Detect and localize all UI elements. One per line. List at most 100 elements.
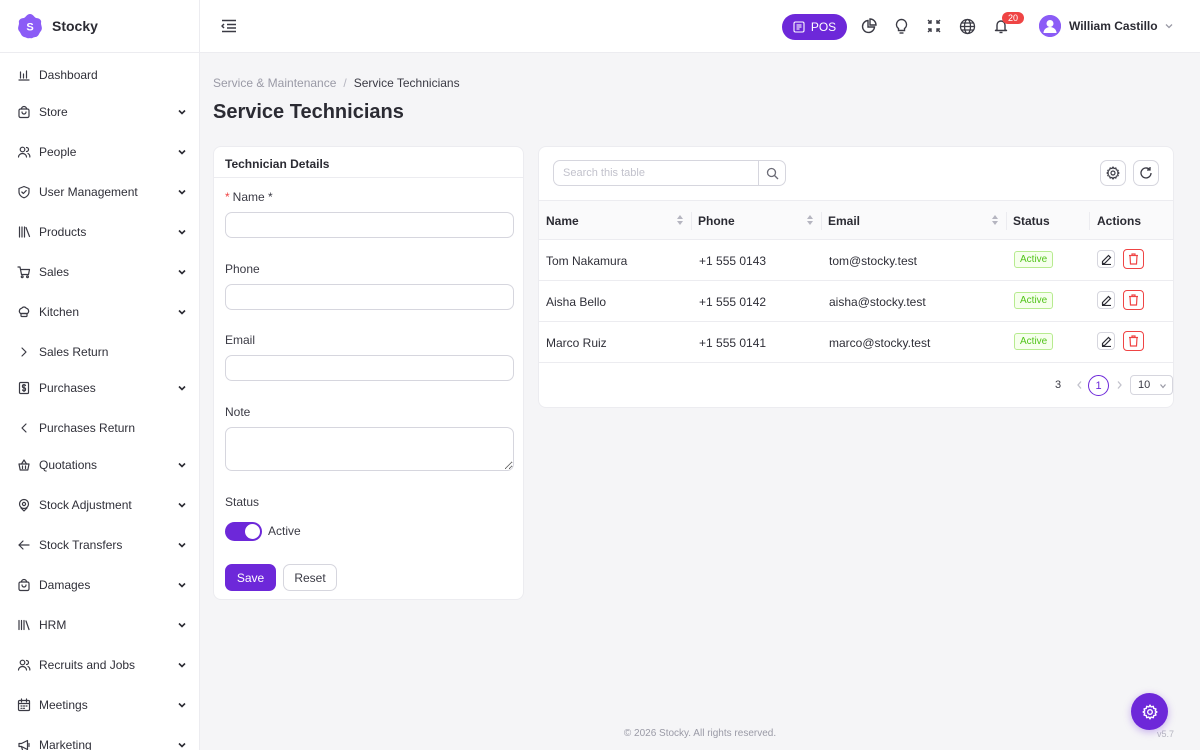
chevron-down-icon (177, 107, 187, 117)
edit-pencil-icon[interactable] (1097, 250, 1115, 268)
column-header-email[interactable]: Email (828, 214, 860, 228)
table-row: Marco Ruiz +1 555 0141 marco@stocky.test… (539, 322, 1173, 363)
search-icon[interactable] (758, 161, 785, 185)
sidebar-item-meetings[interactable]: Meetings (0, 691, 199, 719)
sidebar-item-sales[interactable]: Sales (0, 258, 199, 286)
sidebar-item-purchases-return[interactable]: Purchases Return (0, 414, 199, 442)
table-header: Name Phone Email Status Actions (539, 200, 1173, 240)
top-header: POS 20 William Castillo (200, 0, 1200, 53)
receipt-icon (17, 381, 31, 395)
arrow-left-icon (17, 538, 31, 552)
sidebar-item-store[interactable]: Store (0, 98, 199, 126)
delete-trash-icon[interactable] (1123, 331, 1144, 351)
delete-trash-icon[interactable] (1123, 290, 1144, 310)
sidebar-item-label: Store (39, 105, 68, 119)
sidebar-item-label: Stock Adjustment (39, 498, 132, 512)
name-label: * Name * (225, 190, 273, 204)
bag-icon (17, 578, 31, 592)
brand[interactable]: S Stocky (0, 0, 199, 53)
footer-copyright: © 2026 Stocky. All rights reserved. (623, 728, 777, 739)
sidebar: S Stocky Dashboard Store People User Manage… (0, 0, 200, 750)
sidebar-item-quotations[interactable]: Quotations (0, 451, 199, 479)
email-field[interactable] (225, 355, 514, 381)
sidebar-item-label: Damages (39, 578, 91, 592)
chevron-down-icon (177, 740, 187, 750)
form-card-title: Technician Details (214, 147, 523, 178)
technician-form-card: Technician Details * Name * Phone Email N… (213, 146, 524, 600)
sidebar-item-damages[interactable]: Damages (0, 571, 199, 599)
sidebar-item-stock-transfers[interactable]: Stock Transfers (0, 531, 199, 559)
sidebar-item-stock-adjustment[interactable]: Stock Adjustment (0, 491, 199, 519)
note-field[interactable] (225, 427, 514, 471)
phone-label: Phone (225, 262, 260, 276)
brand-name: Stocky (52, 18, 98, 34)
sort-icon[interactable] (806, 214, 814, 226)
pagination-next-chevron-right-icon[interactable] (1113, 378, 1125, 392)
status-badge: Active (1014, 251, 1054, 268)
lightbulb-icon[interactable] (892, 17, 910, 35)
sort-icon[interactable] (991, 214, 999, 226)
sidebar-item-hrm[interactable]: HRM (0, 611, 199, 639)
sidebar-item-people[interactable]: People (0, 138, 199, 166)
page-size-value: 10 (1138, 379, 1151, 391)
sidebar-item-label: Products (39, 225, 87, 239)
sidebar-item-products[interactable]: Products (0, 218, 199, 246)
chevron-down-icon (177, 147, 187, 157)
chevron-down-icon (177, 540, 187, 550)
search-input[interactable] (554, 161, 758, 185)
sidebar-item-dashboard[interactable]: Dashboard (0, 61, 199, 89)
cart-icon (17, 265, 31, 279)
breadcrumb-parent[interactable]: Service & Maintenance (213, 76, 336, 90)
required-mark: * (225, 190, 230, 204)
chevron-down-icon (177, 307, 187, 317)
chevron-down-icon (177, 460, 187, 470)
chef-hat-icon (17, 305, 31, 319)
library-icon (17, 618, 31, 632)
status-badge: Active (1014, 292, 1054, 309)
table-settings-gear-icon[interactable] (1100, 160, 1126, 186)
page-size-select[interactable]: 10 (1130, 375, 1173, 395)
sidebar-item-sales-return[interactable]: Sales Return (0, 338, 199, 366)
edit-pencil-icon[interactable] (1097, 291, 1115, 309)
sidebar-item-label: Dashboard (39, 68, 98, 82)
sidebar-item-user-management[interactable]: User Management (0, 178, 199, 206)
status-toggle[interactable] (225, 522, 262, 541)
cell-email: aisha@stocky.test (829, 295, 926, 309)
cell-phone: +1 555 0142 (699, 295, 767, 309)
save-button[interactable]: Save (225, 564, 276, 591)
status-toggle-label: Active (268, 524, 301, 538)
page-title: Service Technicians (213, 101, 404, 123)
column-header-name[interactable]: Name (546, 214, 579, 228)
edit-pencil-icon[interactable] (1097, 332, 1115, 350)
refresh-icon[interactable] (1133, 160, 1159, 186)
sidebar-item-purchases[interactable]: Purchases (0, 374, 199, 402)
pagination-current-page[interactable]: 1 (1088, 375, 1109, 396)
pos-label: POS (810, 20, 837, 34)
phone-field[interactable] (225, 284, 514, 310)
sidebar-item-label: User Management (39, 185, 138, 199)
cell-name: Marco Ruiz (546, 336, 607, 350)
sidebar-item-label: People (39, 145, 77, 159)
pos-button[interactable]: POS (782, 14, 847, 40)
sidebar-item-kitchen[interactable]: Kitchen (0, 298, 199, 326)
user-menu[interactable]: William Castillo (1039, 15, 1174, 37)
fullscreen-icon[interactable] (925, 17, 943, 35)
settings-fab-gear-icon[interactable] (1131, 693, 1168, 730)
chevron-down-icon (177, 700, 187, 710)
globe-icon[interactable] (958, 17, 976, 35)
menu-toggle-icon[interactable] (220, 17, 238, 35)
name-field[interactable] (225, 212, 514, 238)
sidebar-item-marketing[interactable]: Marketing (0, 731, 199, 750)
delete-trash-icon[interactable] (1123, 249, 1144, 269)
search-box (553, 160, 786, 186)
sidebar-item-label: Sales Return (39, 345, 109, 359)
column-header-phone[interactable]: Phone (698, 214, 735, 228)
note-label: Note (225, 405, 251, 419)
reset-button[interactable]: Reset (283, 564, 337, 591)
sort-icon[interactable] (676, 214, 684, 226)
pie-chart-icon[interactable] (859, 17, 877, 35)
sidebar-item-recruits-and-jobs[interactable]: Recruits and Jobs (0, 651, 199, 679)
pagination-prev-chevron-left-icon[interactable] (1073, 378, 1085, 392)
sidebar-item-label: Marketing (39, 738, 92, 750)
stocky-logo-icon: S (17, 13, 43, 39)
